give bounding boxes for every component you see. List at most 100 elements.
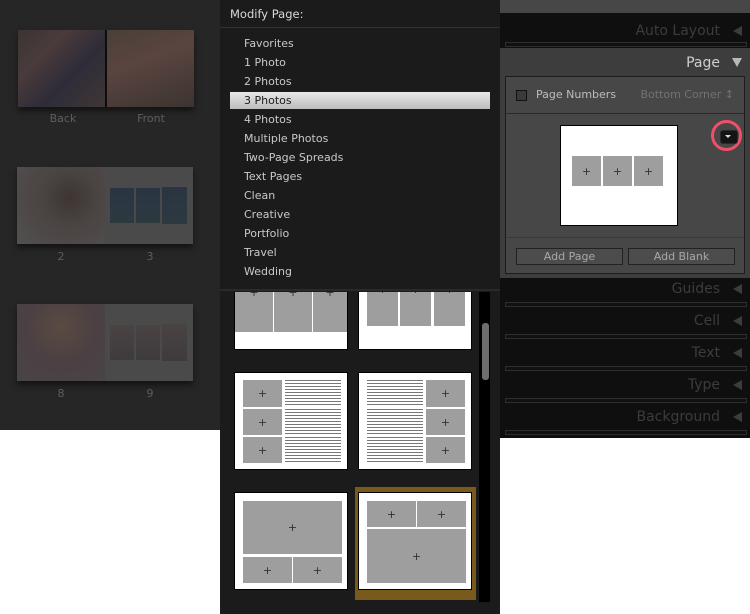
page-thumbnail-front[interactable] bbox=[106, 30, 194, 107]
photo-cell: + bbox=[243, 409, 282, 435]
text-block bbox=[285, 437, 341, 463]
add-page-button[interactable]: Add Page bbox=[516, 248, 623, 265]
template-3-photos-large-bottom[interactable]: + + + bbox=[358, 492, 472, 590]
section-label: Type bbox=[687, 377, 720, 393]
template-3-photos-large-top[interactable]: + + + bbox=[234, 492, 348, 590]
collapse-triangle-icon bbox=[733, 284, 742, 294]
page-thumbnail-2[interactable] bbox=[17, 167, 105, 244]
menu-divider bbox=[220, 289, 500, 291]
thumb-photo bbox=[110, 188, 134, 223]
photo-cell: + bbox=[634, 156, 663, 186]
photo-cell: + bbox=[243, 380, 282, 407]
template-3-photos-inset-strip[interactable]: + + + bbox=[358, 292, 472, 350]
section-guides[interactable]: Guides bbox=[505, 274, 750, 305]
menu-item-creative[interactable]: Creative bbox=[230, 206, 490, 223]
page-label-9: 9 bbox=[146, 387, 154, 400]
spread-cover[interactable] bbox=[18, 30, 194, 107]
thumb-photo bbox=[162, 324, 187, 361]
page-layout-preview: + + + bbox=[560, 125, 678, 226]
page-thumbnail-3[interactable] bbox=[105, 167, 193, 244]
photo-cell: + bbox=[426, 409, 465, 435]
menu-item-3-photos[interactable]: 3 Photos bbox=[230, 92, 490, 109]
scrollbar-thumb[interactable] bbox=[482, 323, 489, 380]
section-background[interactable]: Background bbox=[505, 402, 750, 433]
section-cell[interactable]: Cell bbox=[505, 306, 750, 337]
photo-cell: + bbox=[235, 292, 273, 332]
page-thumbnail-9[interactable] bbox=[105, 304, 193, 381]
photo-cell: + bbox=[243, 501, 342, 554]
page-number-position-select[interactable]: Bottom Corner ↕ bbox=[640, 88, 734, 101]
menu-item-portfolio[interactable]: Portfolio bbox=[230, 225, 490, 242]
menu-item-wedding[interactable]: Wedding bbox=[230, 263, 490, 280]
photo-cell: + bbox=[434, 292, 465, 326]
photo-cell: + bbox=[367, 529, 466, 583]
section-text[interactable]: Text bbox=[505, 338, 750, 369]
template-grid: + + + + + + + + + + + + + + + bbox=[220, 292, 478, 614]
template-3-photos-right-text[interactable]: + + + bbox=[358, 372, 472, 470]
text-block bbox=[367, 380, 423, 406]
page-thumbnail-back[interactable] bbox=[18, 30, 106, 107]
page-settings-box: Page Numbers Bottom Corner ↕ + + + Add P… bbox=[505, 76, 745, 274]
photo-cell: + bbox=[426, 380, 465, 407]
page-numbers-label: Page Numbers bbox=[536, 88, 617, 101]
section-label: Cell bbox=[693, 313, 720, 329]
text-block bbox=[367, 437, 423, 463]
photo-cell: + bbox=[274, 292, 312, 332]
menu-title: Modify Page: bbox=[230, 7, 304, 21]
menu-item-2-photos[interactable]: 2 Photos bbox=[230, 73, 490, 90]
panel-top-strip bbox=[500, 0, 750, 13]
photo-cell: + bbox=[603, 156, 632, 186]
collapse-triangle-icon bbox=[733, 380, 742, 390]
photo-cell: + bbox=[367, 292, 398, 326]
page-thumbnail-8[interactable] bbox=[17, 304, 105, 381]
text-block bbox=[285, 380, 341, 406]
spread-8-9[interactable] bbox=[17, 304, 193, 381]
page-label-front: Front bbox=[137, 112, 165, 125]
section-page: Page Page Numbers Bottom Corner ↕ + + + … bbox=[500, 48, 750, 278]
photo-cell: + bbox=[243, 437, 282, 463]
thumb-photo bbox=[136, 188, 160, 223]
right-panel: Auto Layout Page Page Numbers Bottom Cor… bbox=[500, 0, 750, 438]
menu-item-text-pages[interactable]: Text Pages bbox=[230, 168, 490, 185]
section-page-label[interactable]: Page bbox=[686, 55, 720, 71]
add-blank-button[interactable]: Add Blank bbox=[628, 248, 735, 265]
section-label: Text bbox=[691, 345, 720, 361]
menu-item-clean[interactable]: Clean bbox=[230, 187, 490, 204]
spine-divider bbox=[105, 30, 107, 107]
divider bbox=[506, 237, 744, 238]
page-label-back: Back bbox=[49, 112, 77, 125]
menu-item-multiple-photos[interactable]: Multiple Photos bbox=[230, 130, 490, 147]
thumb-photo bbox=[136, 325, 160, 360]
photo-cell: + bbox=[293, 557, 342, 583]
photo-cell: + bbox=[417, 501, 466, 527]
section-type[interactable]: Type bbox=[505, 370, 750, 401]
thumb-photo bbox=[110, 325, 134, 360]
collapse-triangle-icon bbox=[733, 348, 742, 358]
page-label-8: 8 bbox=[57, 387, 65, 400]
template-3-photos-left-text[interactable]: + + + bbox=[234, 372, 348, 470]
section-label: Background bbox=[636, 409, 720, 425]
modify-page-dropdown-button[interactable] bbox=[720, 130, 738, 144]
menu-item-1-photo[interactable]: 1 Photo bbox=[230, 54, 490, 71]
page-numbers-checkbox[interactable] bbox=[516, 90, 527, 101]
photo-cell: + bbox=[243, 557, 292, 583]
page-numbers-row: Page Numbers Bottom Corner ↕ bbox=[506, 77, 744, 114]
section-label: Auto Layout bbox=[635, 23, 720, 39]
menu-item-travel[interactable]: Travel bbox=[230, 244, 490, 261]
section-label: Guides bbox=[671, 281, 720, 297]
photo-cell: + bbox=[572, 156, 601, 186]
menu-item-favorites[interactable]: Favorites bbox=[230, 35, 490, 52]
template-3-photos-top-strip[interactable]: + + + bbox=[234, 292, 348, 350]
section-divider bbox=[505, 430, 747, 435]
collapse-triangle-icon bbox=[733, 26, 742, 36]
photo-cell: + bbox=[400, 292, 431, 326]
spread-2-3[interactable] bbox=[17, 167, 193, 244]
expand-triangle-icon[interactable] bbox=[732, 58, 742, 67]
page-label-2: 2 bbox=[57, 250, 65, 263]
modify-page-menu: Modify Page: Favorites 1 Photo 2 Photos … bbox=[220, 0, 500, 614]
collapse-triangle-icon bbox=[733, 316, 742, 326]
collapse-triangle-icon bbox=[733, 412, 742, 422]
photo-cell: + bbox=[426, 437, 465, 463]
menu-item-4-photos[interactable]: 4 Photos bbox=[230, 111, 490, 128]
menu-item-two-page-spreads[interactable]: Two-Page Spreads bbox=[230, 149, 490, 166]
